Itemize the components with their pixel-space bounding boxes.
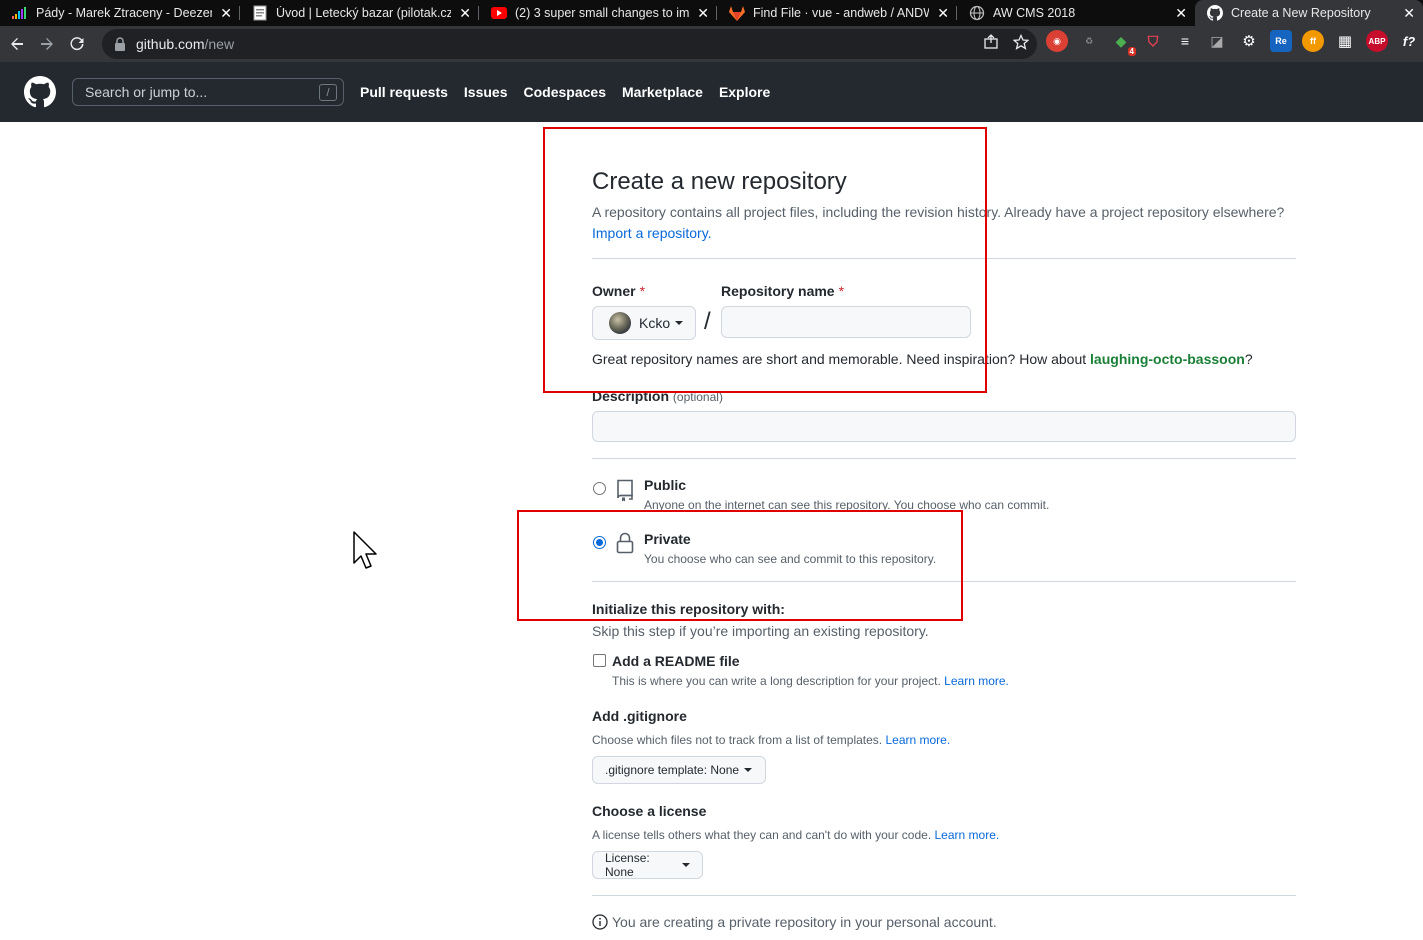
tab-label: Úvod | Letecký bazar (pilotak.cz) — [276, 6, 452, 20]
browser-tab-active[interactable]: Create a New Repository ✕ — [1195, 0, 1423, 26]
nav-issues[interactable]: Issues — [464, 84, 508, 100]
close-icon[interactable]: ✕ — [697, 5, 709, 22]
browser-tab-strip: Pády - Marek Ztraceny - Deezer ✕ Úvod | … — [0, 0, 1423, 26]
chevron-down-icon — [744, 768, 753, 772]
pocket-icon[interactable]: ⛉ — [1142, 30, 1164, 52]
gitignore-select-value: .gitignore template: None — [605, 763, 740, 777]
close-icon[interactable]: ✕ — [459, 5, 471, 22]
tab-label: Find File · vue - andweb / ANDWE — [753, 6, 930, 20]
browser-tab[interactable]: AW CMS 2018 ✕ — [957, 0, 1195, 26]
divider — [592, 458, 1296, 459]
arrow-extension-icon[interactable]: ◪ — [1206, 30, 1228, 52]
nav-marketplace[interactable]: Marketplace — [622, 84, 703, 100]
gitignore-desc: Choose which files not to track from a l… — [592, 733, 951, 747]
divider — [592, 895, 1296, 896]
public-radio[interactable] — [593, 482, 606, 495]
learn-more-link[interactable]: Learn more. — [885, 733, 950, 747]
close-icon[interactable]: ✕ — [220, 5, 232, 22]
browser-tab[interactable]: Úvod | Letecký bazar (pilotak.cz) ✕ — [240, 0, 479, 26]
browser-toolbar: github.com/new ◉ ♻ ◆ 4 ⛉ ≡ ◪ ⚙ Re ff ▦ AB… — [0, 26, 1423, 62]
address-bar[interactable]: github.com/new — [102, 29, 1037, 59]
extension-badge: 4 — [1127, 47, 1136, 56]
forward-icon[interactable] — [32, 29, 62, 59]
close-icon[interactable]: ✕ — [937, 5, 949, 22]
header-nav: Pull requests Issues Codespaces Marketpl… — [360, 84, 770, 100]
github-header: Search or jump to... / Pull requests Iss… — [0, 62, 1423, 122]
license-select[interactable]: License: None — [592, 851, 703, 879]
tab-label: AW CMS 2018 — [993, 6, 1076, 20]
nav-codespaces[interactable]: Codespaces — [524, 84, 606, 100]
nav-explore[interactable]: Explore — [719, 84, 770, 100]
share-icon[interactable] — [983, 34, 999, 55]
todoist-icon[interactable]: ◉ — [1046, 30, 1068, 52]
back-icon[interactable] — [2, 29, 32, 59]
info-icon — [592, 914, 608, 930]
adblock-plus-icon[interactable]: ABP — [1366, 30, 1388, 52]
initialize-desc: Skip this step if you’re importing an ex… — [592, 623, 929, 639]
readme-desc: This is where you can write a long descr… — [612, 674, 1009, 688]
highlight-box — [543, 127, 987, 393]
gitignore-template-select[interactable]: .gitignore template: None — [592, 756, 766, 784]
learn-more-link[interactable]: Learn more. — [944, 674, 1009, 688]
highlight-box — [517, 510, 963, 621]
deezer-icon — [12, 5, 28, 21]
browser-tab[interactable]: (2) 3 super small changes to imp ✕ — [479, 0, 717, 26]
chevron-down-icon — [682, 863, 690, 867]
mouse-cursor-icon — [353, 531, 377, 569]
re-extension-icon[interactable]: Re — [1270, 30, 1292, 52]
description-input[interactable] — [592, 411, 1296, 442]
recycle-icon[interactable]: ♻ — [1078, 30, 1100, 52]
repo-icon — [617, 479, 633, 502]
tab-label: (2) 3 super small changes to imp — [515, 6, 690, 20]
close-icon[interactable]: ✕ — [1175, 5, 1187, 22]
close-icon[interactable]: ✕ — [1403, 5, 1415, 22]
reload-icon[interactable] — [62, 29, 92, 59]
settings-extension-icon[interactable]: ⚙ — [1238, 30, 1260, 52]
gitlab-icon — [729, 5, 745, 21]
readme-checkbox[interactable] — [593, 654, 606, 667]
search-input[interactable]: Search or jump to... / — [72, 78, 344, 106]
bookmark-star-icon[interactable] — [1012, 33, 1030, 55]
fonts-extension-icon[interactable]: f? — [1398, 30, 1420, 52]
private-note-text: You are creating a private repository in… — [612, 914, 997, 930]
search-shortcut-key: / — [319, 84, 337, 101]
page-icon — [252, 5, 268, 21]
ff-extension-icon[interactable]: ff — [1302, 30, 1324, 52]
nav-pull-requests[interactable]: Pull requests — [360, 84, 448, 100]
tab-label: Create a New Repository — [1231, 6, 1371, 20]
notes-icon[interactable]: ≡ — [1174, 30, 1196, 52]
youtube-icon — [491, 5, 507, 21]
learn-more-link[interactable]: Learn more. — [935, 828, 1000, 842]
lock-icon — [115, 37, 125, 51]
github-logo-icon[interactable] — [24, 76, 56, 108]
git-extension-icon[interactable]: ◆ 4 — [1110, 30, 1136, 56]
url-path: /new — [204, 36, 235, 52]
private-note: You are creating a private repository in… — [592, 914, 997, 930]
search-placeholder: Search or jump to... — [85, 84, 208, 100]
readme-label: Add a README file — [612, 653, 740, 669]
gitignore-title: Add .gitignore — [592, 708, 687, 724]
github-icon — [1207, 5, 1223, 21]
public-title: Public — [644, 477, 687, 493]
license-title: Choose a license — [592, 803, 707, 819]
browser-tab[interactable]: Pády - Marek Ztraceny - Deezer ✕ — [0, 0, 240, 26]
globe-icon — [969, 5, 985, 21]
tab-label: Pády - Marek Ztraceny - Deezer — [36, 6, 213, 20]
url-host: github.com — [136, 36, 205, 52]
name-suggestion[interactable]: laughing-octo-bassoon — [1090, 351, 1245, 367]
license-desc: A license tells others what they can and… — [592, 828, 1000, 842]
extensions-bar: ◉ ♻ ◆ 4 ⛉ ≡ ◪ ⚙ Re ff ▦ ABP f? — [1046, 30, 1420, 56]
grid-extension-icon[interactable]: ▦ — [1334, 30, 1356, 52]
browser-tab[interactable]: Find File · vue - andweb / ANDWE ✕ — [717, 0, 957, 26]
license-select-value: License: None — [605, 851, 650, 879]
